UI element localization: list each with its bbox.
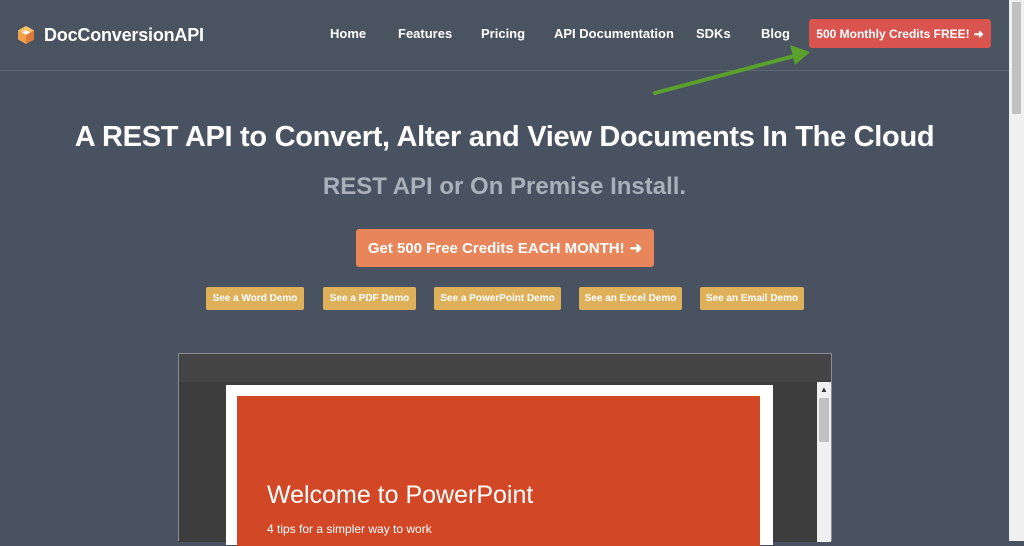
brand-name: DocConversionAPI <box>44 24 204 45</box>
word-demo-button[interactable]: See a Word Demo <box>206 287 304 310</box>
nav-sdks[interactable]: SDKs <box>696 26 731 41</box>
excel-demo-button[interactable]: See an Excel Demo <box>579 287 682 310</box>
viewer-scrollbar-thumb[interactable] <box>819 398 829 442</box>
page-scrollbar-thumb[interactable] <box>1012 2 1021 114</box>
slide: Welcome to PowerPoint 4 tips for a simpl… <box>237 396 760 546</box>
nav-features[interactable]: Features <box>398 26 452 41</box>
nav-api-documentation[interactable]: API Documentation <box>554 26 674 41</box>
nav-pricing[interactable]: Pricing <box>481 26 525 41</box>
pdf-demo-button[interactable]: See a PDF Demo <box>323 287 416 310</box>
slide-subtitle: 4 tips for a simpler way to work <box>267 522 432 536</box>
viewer-toolbar <box>179 354 831 382</box>
scroll-up-arrow-icon[interactable]: ▲ <box>817 382 831 396</box>
email-demo-button[interactable]: See an Email Demo <box>700 287 804 310</box>
arrow-right-icon: ➜ <box>629 240 643 257</box>
document-page: Welcome to PowerPoint 4 tips for a simpl… <box>226 385 773 546</box>
get-free-credits-button[interactable]: Get 500 Free Credits EACH MONTH! ➜ <box>356 229 654 267</box>
annotation-arrow-icon <box>653 45 810 95</box>
get-free-credits-label: Get 500 Free Credits EACH MONTH! <box>367 239 625 257</box>
free-credits-button[interactable]: 500 Monthly Credits FREE! ➜ <box>809 19 991 48</box>
free-credits-label: 500 Monthly Credits FREE! <box>816 26 970 41</box>
hero-subtitle: REST API or On Premise Install. <box>322 173 687 200</box>
nav-blog[interactable]: Blog <box>761 26 790 41</box>
navbar: DocConversionAPI Home Features Pricing A… <box>0 0 1009 71</box>
hero-title: A REST API to Convert, Alter and View Do… <box>74 121 935 153</box>
powerpoint-demo-button[interactable]: See a PowerPoint Demo <box>434 287 561 310</box>
logo-cube-icon <box>18 26 34 44</box>
document-viewer[interactable]: Welcome to PowerPoint 4 tips for a simpl… <box>178 353 832 546</box>
page-scrollbar[interactable] <box>1009 0 1024 541</box>
nav-home[interactable]: Home <box>330 26 366 41</box>
viewer-scrollbar[interactable]: ▲ <box>817 382 831 542</box>
viewer-canvas: Welcome to PowerPoint 4 tips for a simpl… <box>179 382 817 546</box>
brand-logo[interactable]: DocConversionAPI <box>16 23 204 47</box>
page: DocConversionAPI Home Features Pricing A… <box>0 0 1009 546</box>
arrow-right-icon: ➜ <box>973 26 984 41</box>
slide-title: Welcome to PowerPoint <box>267 481 534 509</box>
